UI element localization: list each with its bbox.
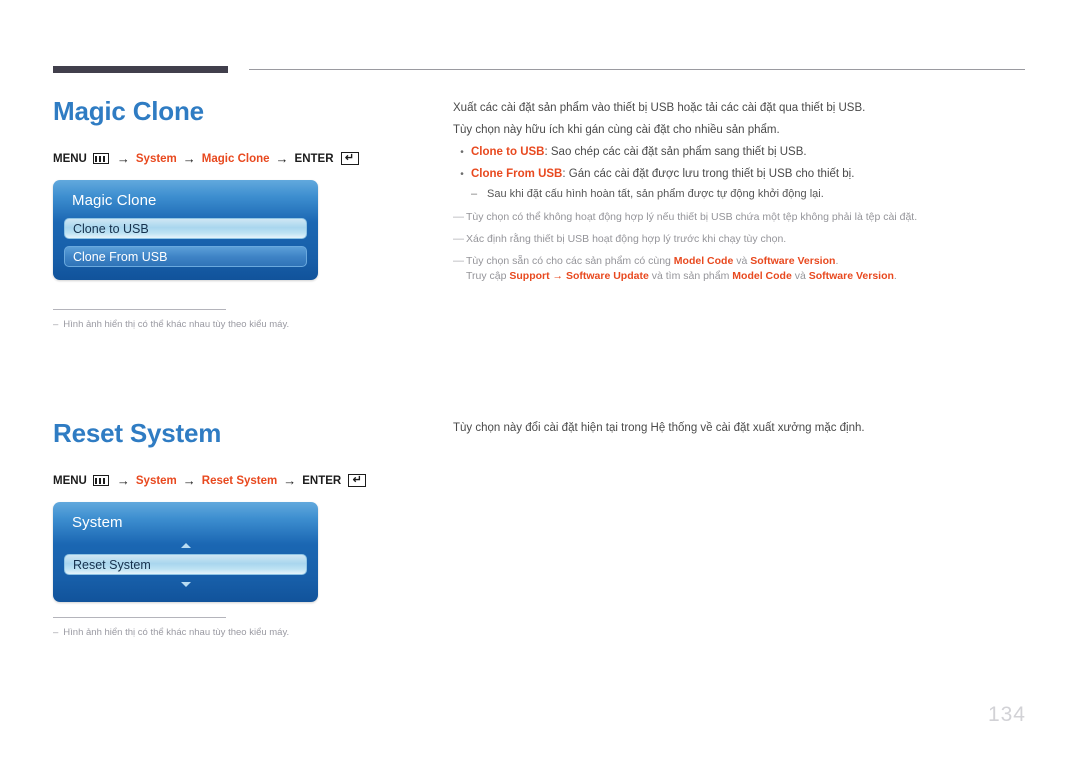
menu-path-step-system: System	[135, 152, 177, 165]
osd-item-label: Clone to USB	[73, 221, 149, 236]
note-dash-marker: —	[453, 233, 464, 245]
osd-item-label: Reset System	[73, 557, 151, 572]
sub-note-restart: – Sau khi đặt cấu hình hoàn tất, sản phẩ…	[471, 188, 1028, 201]
note-text-prefix: Tùy chọn sẵn có cho các sản phẩm có cùng	[466, 255, 674, 267]
menu-path-magic-clone: MENU → System → Magic Clone → ENTER ↵	[53, 152, 359, 165]
enter-key-icon: ↵	[340, 152, 359, 165]
bullet-term: Clone From USB	[471, 168, 563, 180]
bullet-marker: •	[460, 169, 464, 180]
menu-path-reset-system: MENU → System → Reset System → ENTER ↵	[53, 473, 367, 488]
bullet-clone-to-usb: • Clone to USB: Sao chép các cài đặt sản…	[453, 146, 1028, 159]
note-term-software-version-2: Software Version	[808, 270, 894, 282]
note-sub-mid: và tìm sản phẩm	[648, 270, 733, 282]
bullet-clone-from-usb: • Clone From USB: Gán các cài đặt được l…	[453, 168, 1028, 181]
path-arrow-1: →	[116, 151, 130, 166]
caption-rule	[53, 617, 226, 618]
figure-caption-magic-clone: – Hình ảnh hiển thị có thể khác nhau tùy…	[53, 309, 289, 330]
page-title-reset-system: Reset System	[53, 418, 222, 448]
note-support-path: Truy cập Support → Software Update và tì…	[466, 270, 1028, 283]
scroll-down-arrow-icon[interactable]	[64, 579, 307, 589]
note-dash-marker: —	[453, 255, 464, 267]
note-dash-marker: —	[453, 211, 464, 223]
note-text-mid: và	[733, 255, 751, 267]
menu-label: MENU	[53, 152, 87, 165]
page-number: 134	[987, 703, 1026, 726]
osd-panel-system: System Reset System	[53, 502, 318, 602]
caption-rule	[53, 309, 226, 310]
menu-label: MENU	[53, 474, 87, 487]
bullet-marker: •	[460, 147, 464, 158]
page-top-rule	[53, 66, 1025, 74]
osd-title: System	[72, 514, 123, 531]
caption-text: Hình ảnh hiển thị có thể khác nhau tùy t…	[63, 627, 290, 638]
paragraph-intro-1: Tùy chọn này đổi cài đặt hiện tại trong …	[453, 422, 865, 434]
osd-item-clone-from-usb[interactable]: Clone From USB	[64, 246, 307, 267]
path-arrow-1: →	[116, 473, 130, 488]
note-text: Tùy chọn có thể không hoạt động hợp lý n…	[466, 211, 918, 223]
rule-thick-bar	[53, 66, 228, 73]
path-arrow-3: →	[283, 473, 297, 488]
paragraph-intro-1: Xuất các cài đặt sản phẩm vào thiết bị U…	[453, 102, 866, 114]
menu-grid-icon	[92, 475, 109, 486]
body-text-reset-system: Tùy chọn này đổi cài đặt hiện tại trong …	[453, 422, 1028, 444]
note-sub-mid-2: và	[791, 270, 809, 282]
note-text: Xác định rằng thiết bị USB hoạt động hợp…	[466, 233, 787, 245]
menu-path-step-reset-system: Reset System	[201, 474, 278, 487]
figure-caption-reset-system: – Hình ảnh hiển thị có thể khác nhau tùy…	[53, 617, 289, 638]
bullet-description: : Sao chép các cài đặt sản phẩm sang thi…	[544, 146, 807, 158]
sub-note-text: Sau khi đặt cấu hình hoàn tất, sản phẩm …	[487, 188, 824, 200]
note-usb-operation: — Xác định rằng thiết bị USB hoạt động h…	[453, 233, 1028, 246]
note-term-model-code-2: Model Code	[732, 270, 792, 282]
rule-thin-line	[249, 69, 1025, 70]
menu-grid-icon	[92, 153, 109, 164]
menu-path-step-magic-clone: Magic Clone	[201, 152, 270, 165]
note-sub-arrow: →	[549, 270, 566, 282]
bullet-term: Clone to USB	[471, 146, 545, 158]
note-term-software-version: Software Version	[750, 255, 836, 267]
caption-dash: –	[53, 627, 59, 638]
enter-label: ENTER	[302, 474, 342, 487]
note-term-model-code: Model Code	[673, 255, 734, 267]
menu-path-step-system: System	[135, 474, 177, 487]
bullet-description: : Gán các cài đặt được lưu trong thiết b…	[562, 168, 855, 180]
page-title-magic-clone: Magic Clone	[53, 96, 204, 126]
caption-dash: –	[53, 319, 59, 330]
note-term-software-update: Software Update	[565, 270, 649, 282]
note-sub-suffix: .	[893, 270, 897, 282]
osd-item-reset-system[interactable]: Reset System	[64, 554, 307, 575]
note-text-suffix: .	[835, 255, 839, 267]
note-term-support: Support	[509, 270, 550, 282]
scroll-up-arrow-icon[interactable]	[64, 540, 307, 550]
path-arrow-2: →	[182, 151, 196, 166]
note-model-code: — Tùy chọn sẵn có cho các sản phẩm có cù…	[453, 255, 1028, 268]
note-usb-file-type: — Tùy chọn có thể không hoạt động hợp lý…	[453, 211, 1028, 224]
sub-dash-marker: –	[471, 188, 478, 200]
path-arrow-2: →	[182, 473, 196, 488]
caption-text: Hình ảnh hiển thị có thể khác nhau tùy t…	[63, 319, 290, 330]
osd-item-label: Clone From USB	[73, 249, 168, 264]
enter-key-icon: ↵	[348, 474, 367, 487]
osd-item-clone-to-usb[interactable]: Clone to USB	[64, 218, 307, 239]
enter-label: ENTER	[294, 152, 334, 165]
body-text-magic-clone: Xuất các cài đặt sản phẩm vào thiết bị U…	[453, 102, 1028, 283]
osd-title: Magic Clone	[72, 192, 157, 209]
note-sub-prefix: Truy cập	[466, 270, 510, 282]
paragraph-intro-2: Tùy chọn này hữu ích khi gán cùng cài đặ…	[453, 124, 780, 136]
osd-panel-magic-clone: Magic Clone Clone to USB Clone From USB	[53, 180, 318, 280]
path-arrow-3: →	[275, 151, 289, 166]
